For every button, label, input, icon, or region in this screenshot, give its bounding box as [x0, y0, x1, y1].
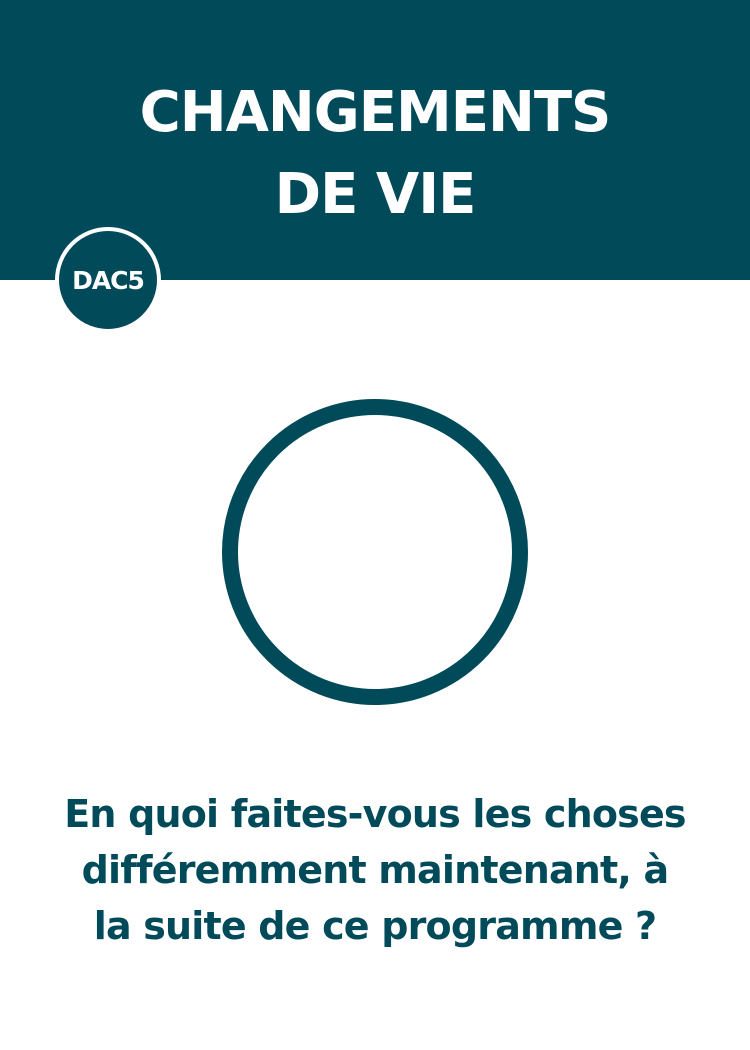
circle-outline-icon	[222, 399, 528, 705]
card-code-badge: DAC5	[55, 227, 161, 333]
question-line-1: En quoi faites-vous les choses	[64, 792, 686, 836]
card-title-line-1: CHANGEMENTS	[139, 80, 612, 145]
card-title: CHANGEMENTS DE VIE	[0, 72, 750, 236]
card: CHANGEMENTS DE VIE DAC5 En quoi faites-v…	[0, 0, 750, 1050]
question-line-2: différemment maintenant, à	[81, 848, 669, 892]
card-code-label: DAC5	[72, 265, 145, 295]
card-title-line-2: DE VIE	[274, 162, 477, 227]
card-question: En quoi faites-vous les choses différemm…	[30, 786, 720, 954]
question-line-3: la suite de ce programme ?	[93, 904, 657, 948]
